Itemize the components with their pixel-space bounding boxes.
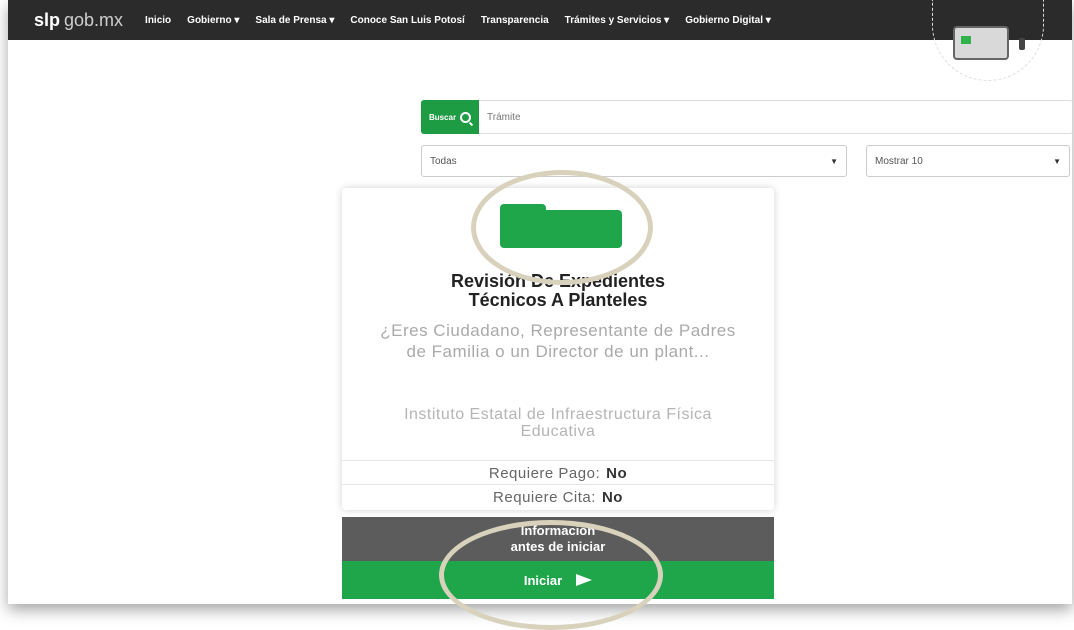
payment-required-row: Requiere Pago: No bbox=[342, 460, 774, 485]
procedure-institution: Instituto Estatal de Infraestructura Fís… bbox=[404, 406, 712, 440]
nav-item-sala-de-prensa[interactable]: Sala de Prensa ▾ bbox=[255, 15, 334, 26]
hero-illustration bbox=[932, 0, 1044, 81]
category-select[interactable]: Todas ▼ bbox=[421, 145, 847, 177]
payment-label: Requiere Pago: bbox=[488, 464, 601, 482]
page-size-select[interactable]: Mostrar 10 ▼ bbox=[866, 145, 1070, 177]
search-button-label: Buscar bbox=[428, 112, 457, 122]
search-bar: Buscar bbox=[421, 100, 1072, 134]
nav-item-gobierno[interactable]: Gobierno ▾ bbox=[187, 15, 239, 26]
appointment-value: No bbox=[601, 488, 623, 506]
device-icon bbox=[953, 26, 1009, 60]
page-size-select-value: Mostrar 10 bbox=[875, 155, 923, 167]
procedure-title-line2: Técnicos A Planteles bbox=[468, 290, 648, 310]
appointment-label: Requiere Cita: bbox=[493, 488, 596, 506]
highlight-circle-folder bbox=[471, 170, 653, 285]
nav-item-tramites[interactable]: Trámites y Servicios ▾ bbox=[565, 15, 670, 26]
caret-down-icon: ▼ bbox=[830, 156, 838, 166]
site-logo[interactable]: slp gob.mx bbox=[34, 10, 123, 31]
top-navbar: slp gob.mx Inicio Gobierno ▾ Sala de Pre… bbox=[8, 0, 1072, 40]
logo-gobmx: gob.mx bbox=[64, 9, 124, 30]
plug-icon bbox=[1019, 38, 1025, 50]
browser-viewport: slp gob.mx Inicio Gobierno ▾ Sala de Pre… bbox=[8, 0, 1072, 604]
highlight-circle-start bbox=[439, 520, 663, 630]
payment-value: No bbox=[606, 464, 628, 482]
nav-item-gobierno-digital[interactable]: Gobierno Digital ▾ bbox=[685, 15, 771, 26]
procedure-description: ¿Eres Ciudadano, Representante de Padres… bbox=[380, 321, 736, 361]
category-select-value: Todas bbox=[430, 155, 457, 167]
logo-slp: slp bbox=[34, 9, 61, 30]
search-icon bbox=[460, 111, 472, 123]
search-button[interactable]: Buscar bbox=[421, 100, 479, 134]
nav-item-conoce-slp[interactable]: Conoce San Luis Potosí bbox=[350, 15, 464, 26]
search-input[interactable] bbox=[479, 101, 1072, 133]
appointment-required-row: Requiere Cita: No bbox=[342, 484, 774, 509]
nav-item-transparencia[interactable]: Transparencia bbox=[481, 15, 549, 26]
main-menu: Inicio Gobierno ▾ Sala de Prensa ▾ Conoc… bbox=[145, 15, 771, 26]
nav-item-inicio[interactable]: Inicio bbox=[145, 15, 171, 26]
caret-down-icon: ▼ bbox=[1053, 156, 1061, 166]
